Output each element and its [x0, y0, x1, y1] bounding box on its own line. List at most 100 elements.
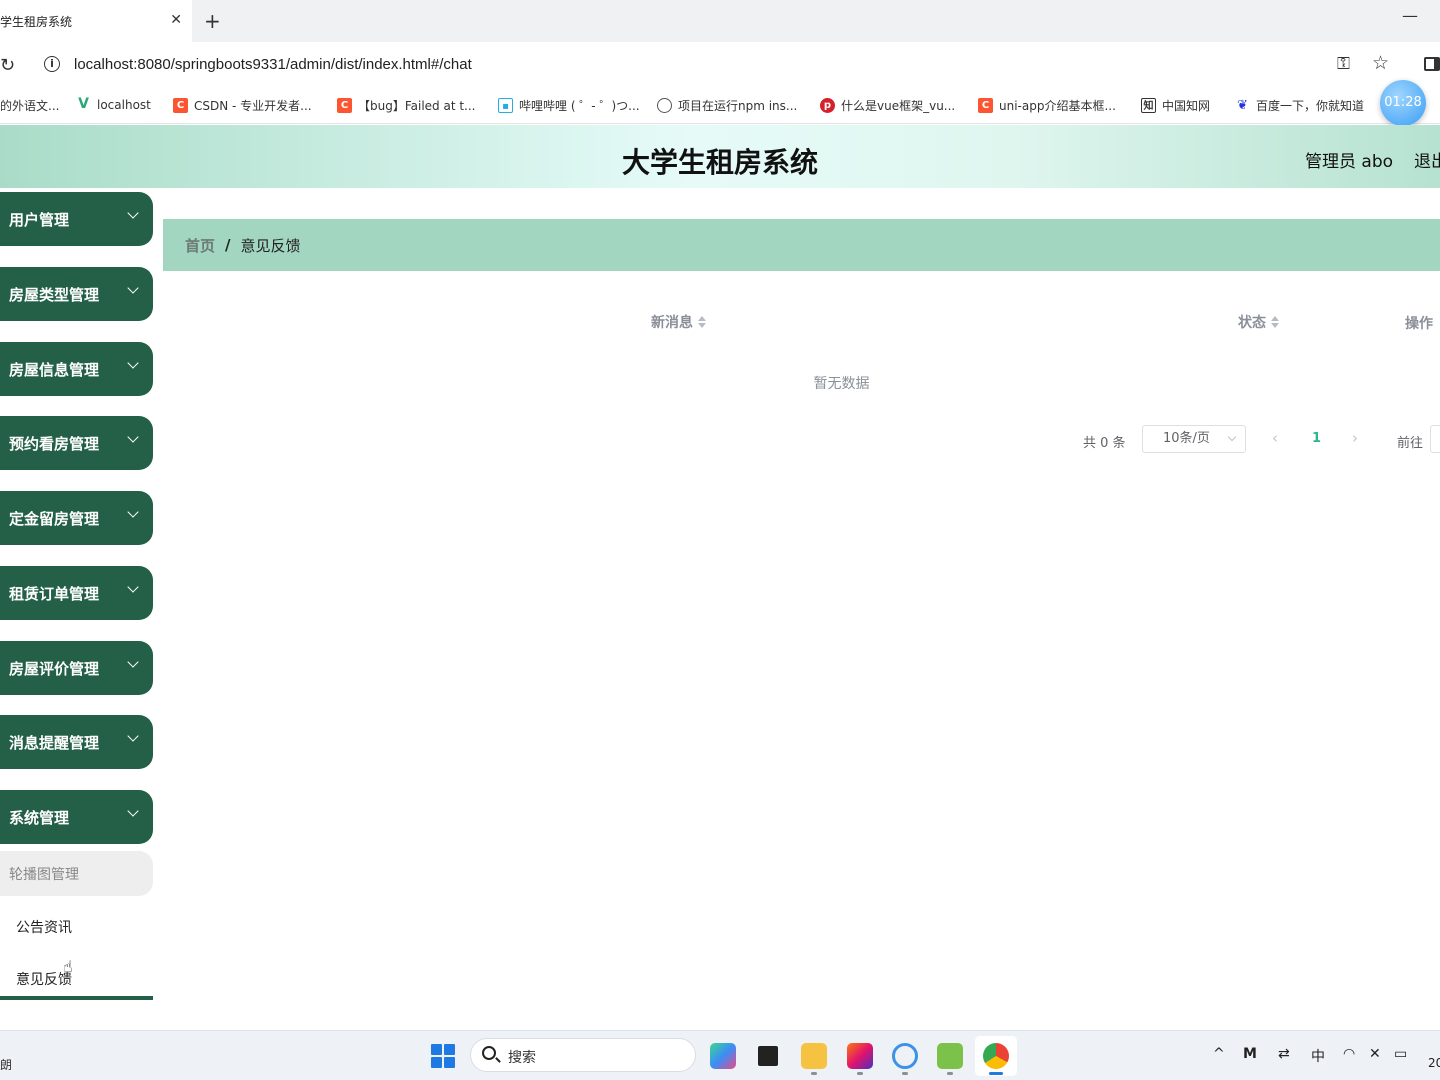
sidebar-item-message-reminder-management[interactable]: 消息提醒管理	[0, 715, 153, 769]
copilot-icon[interactable]	[710, 1043, 736, 1069]
bookmark-item[interactable]: ▪ 哔哩哔哩 ( ゜- ゜)つ...	[498, 97, 640, 114]
pagination-total: 共 0 条	[1083, 436, 1126, 451]
windows-start-icon[interactable]	[431, 1044, 455, 1068]
prev-page-icon[interactable]: ‹	[1272, 429, 1278, 447]
reload-icon[interactable]: ↻	[0, 55, 15, 76]
wifi-icon[interactable]: ◠	[1343, 1046, 1355, 1062]
vue-icon: V	[78, 96, 89, 112]
page-size-select[interactable]: 10条/页	[1142, 425, 1246, 453]
bookmarks-bar: 的外语文... Vlocalhost C CSDN - 专业开发者... C 【bu…	[0, 88, 1440, 124]
sidebar: 用户管理 房屋类型管理 房屋信息管理 预约看房管理 定金留房管理 租赁订单管理 …	[0, 188, 160, 1030]
chevron-down-icon	[127, 730, 139, 742]
page-number[interactable]: 1	[1312, 431, 1321, 446]
key-icon[interactable]: ⚿	[1337, 54, 1350, 74]
url-field[interactable]: localhost:8080/springboots9331/admin/dis…	[74, 56, 472, 73]
taskbar: 朗 搜索 ^ M ⇄ 中 ◠ ✕ ▭ 20	[0, 1030, 1440, 1080]
cnki-icon: 知	[1141, 98, 1156, 113]
sidebar-item-system-management[interactable]: 系统管理	[0, 790, 153, 844]
chevron-up-icon[interactable]: ^	[1213, 1046, 1225, 1062]
bookmark-star-icon[interactable]: ☆	[1372, 52, 1389, 74]
csdn-icon: C	[337, 98, 352, 113]
bookmark-item[interactable]: ❦ 百度一下，你就知道	[1235, 97, 1364, 114]
csdn-icon: C	[978, 98, 993, 113]
chevron-down-icon	[127, 207, 139, 219]
bookmark-item[interactable]: 项目在运行npm ins...	[657, 97, 797, 114]
bookmark-item[interactable]: C CSDN - 专业开发者...	[173, 97, 312, 114]
sidebar-item-house-type-management[interactable]: 房屋类型管理	[0, 267, 153, 321]
sidebar-item-house-review-management[interactable]: 房屋评价管理	[0, 641, 153, 695]
tab-close-icon[interactable]: ✕	[170, 12, 182, 28]
app-running-dot	[902, 1072, 908, 1075]
current-user: 管理员 abo	[1305, 152, 1394, 172]
site-info-icon[interactable]: i	[44, 56, 60, 72]
sidebar-item-user-management[interactable]: 用户管理	[0, 192, 153, 246]
tab-title: 学生租房系统	[0, 14, 73, 29]
intellij-icon[interactable]	[847, 1043, 873, 1069]
logout-link[interactable]: 退出	[1414, 147, 1440, 172]
weather-text: 朗	[0, 1058, 13, 1072]
battery-icon[interactable]: ▭	[1394, 1046, 1407, 1062]
csdn-icon: C	[173, 98, 188, 113]
sidebar-active-indicator	[0, 996, 153, 1000]
sort-caret-icon[interactable]	[698, 316, 706, 328]
chevron-down-icon	[127, 805, 139, 817]
chevron-down-icon	[127, 357, 139, 369]
chevron-down-icon	[127, 581, 139, 593]
table-empty-text: 暂无数据	[813, 376, 870, 392]
minimize-icon[interactable]: —	[1402, 6, 1418, 25]
sliders-icon[interactable]: ⇄	[1278, 1046, 1290, 1062]
page-title: 大学生租房系统	[621, 146, 818, 179]
breadcrumb-home[interactable]: 首页	[185, 235, 215, 256]
bookmark-item[interactable]: Cuni-app介绍基本框...	[978, 97, 1116, 114]
column-header-actions: 操作	[1405, 316, 1433, 332]
breadcrumb-separator: /	[225, 236, 231, 254]
column-header-status[interactable]: 状态	[1238, 312, 1279, 332]
taskbar-search[interactable]: 搜索	[470, 1038, 696, 1072]
sort-caret-icon[interactable]	[1271, 316, 1279, 328]
chrome-taskbar-button[interactable]	[975, 1036, 1017, 1076]
terminal-icon[interactable]	[755, 1043, 781, 1069]
php-icon: p	[820, 98, 835, 113]
search-icon	[482, 1046, 496, 1060]
bookmark-item[interactable]: C 【bug】Failed at t...	[337, 97, 476, 114]
sidebar-item-rental-order-management[interactable]: 租赁订单管理	[0, 566, 153, 620]
app-active-indicator	[989, 1072, 1003, 1075]
app-header: 大学生租房系统 管理员 abo 退出	[0, 125, 1440, 188]
clock[interactable]: 20	[1428, 1056, 1440, 1070]
webstorm-icon[interactable]	[892, 1043, 918, 1069]
ime-indicator[interactable]: 中	[1311, 1046, 1325, 1066]
address-bar: ↻ i localhost:8080/springboots9331/admin…	[0, 42, 1440, 88]
file-explorer-icon[interactable]	[801, 1043, 827, 1069]
goto-page-input[interactable]	[1430, 425, 1440, 453]
browser-tab[interactable]: 学生租房系统 ✕	[0, 0, 192, 42]
sidebar-subitem-carousel-management[interactable]: 轮播图管理	[0, 851, 153, 896]
bookmark-item[interactable]: Vlocalhost	[76, 97, 151, 112]
sidebar-subitem-announcements[interactable]: 公告资讯	[16, 917, 72, 937]
recording-timer-badge[interactable]: 01:28	[1380, 80, 1426, 126]
chrome-icon	[983, 1043, 1009, 1069]
browser-tab-bar: 学生租房系统 ✕ + —	[0, 0, 1440, 42]
volume-muted-icon[interactable]: ✕	[1369, 1046, 1381, 1062]
m-icon[interactable]: M	[1243, 1046, 1257, 1062]
app-running-dot	[811, 1072, 817, 1075]
pagination: 共 0 条 10条/页 ‹ 1 › 前往	[0, 425, 1440, 455]
new-tab-icon[interactable]: +	[204, 9, 221, 33]
bookmark-item[interactable]: 知中国知网	[1141, 97, 1210, 114]
chevron-down-icon	[127, 506, 139, 518]
side-panel-icon[interactable]	[1424, 57, 1440, 71]
baidu-icon: ❦	[1237, 98, 1248, 113]
chevron-down-icon	[1227, 432, 1237, 442]
column-header-new-message[interactable]: 新消息	[651, 312, 706, 332]
chevron-down-icon	[127, 282, 139, 294]
breadcrumb: 首页 / 意见反馈	[163, 219, 1440, 271]
globe-icon	[657, 98, 672, 113]
mouse-cursor-icon: ☝	[63, 957, 73, 976]
bookmark-item[interactable]: p 什么是vue框架_vu...	[820, 97, 955, 114]
breadcrumb-current: 意见反馈	[240, 236, 301, 255]
bilibili-icon: ▪	[498, 98, 513, 113]
sidebar-item-house-info-management[interactable]: 房屋信息管理	[0, 342, 153, 396]
next-page-icon[interactable]: ›	[1352, 429, 1358, 447]
navicat-icon[interactable]	[937, 1043, 963, 1069]
bookmark-item[interactable]: 的外语文...	[0, 97, 59, 114]
sidebar-item-deposit-management[interactable]: 定金留房管理	[0, 491, 153, 545]
